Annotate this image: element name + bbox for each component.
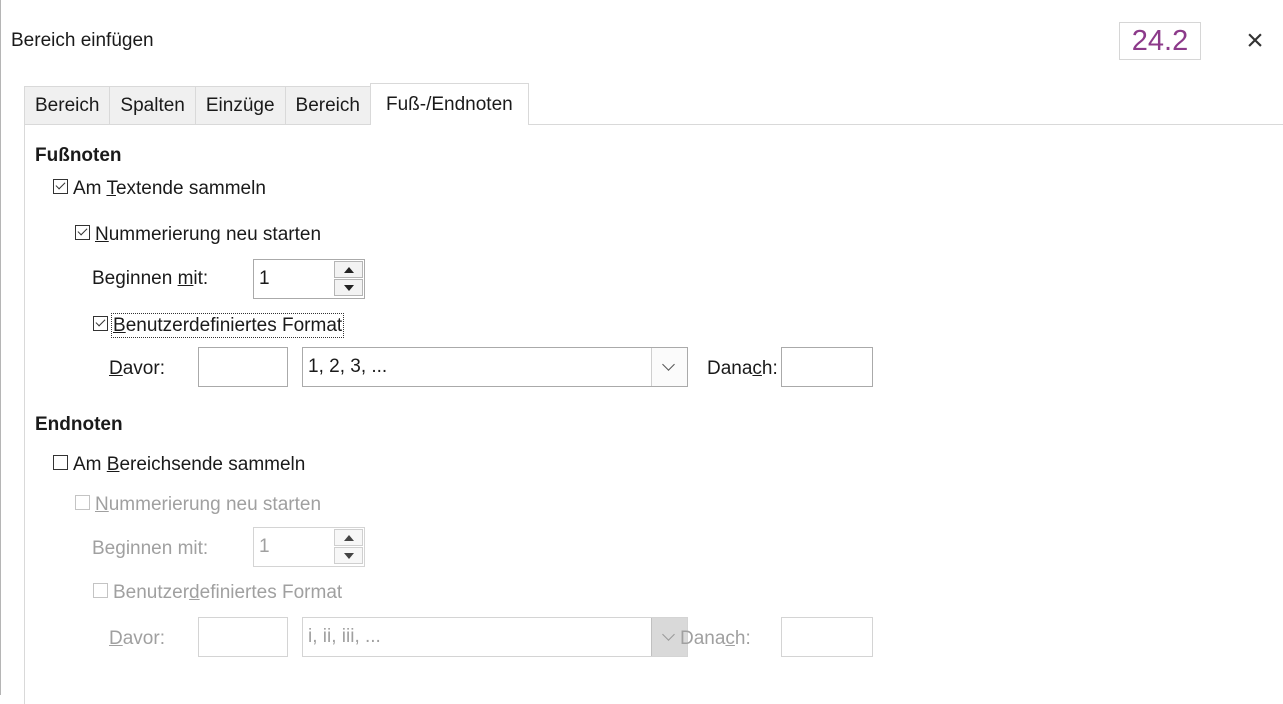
endnotes-before-label: Davor: [109, 628, 165, 650]
label-text: efiniertes Format [199, 582, 343, 603]
endnotes-heading: Endnoten [35, 414, 123, 435]
footnotes-start-spinner[interactable] [334, 261, 365, 297]
endnotes-after-field[interactable] [781, 617, 873, 657]
label-text: Beginnen [92, 268, 178, 289]
footnotes-heading: Fußnoten [35, 145, 122, 166]
label-text: innen mit: [125, 538, 209, 559]
endnotes-after-label: Danach: [680, 628, 751, 650]
endnotes-start-label: Beginnen mit: [92, 538, 208, 560]
label-text: h: [734, 628, 751, 649]
checkbox-icon[interactable] [53, 179, 68, 195]
label-text: extende sammeln [115, 178, 266, 199]
checkbox-icon[interactable] [53, 455, 68, 471]
accelerator-key: D [109, 358, 123, 379]
footnotes-restart-checkbox[interactable]: Nummerierung neu starten [75, 224, 321, 246]
label-text: ummerierung neu starten [108, 494, 322, 515]
spin-up-icon[interactable] [334, 261, 363, 278]
select-value: 1, 2, 3, ... [308, 356, 388, 377]
footnotes-after-label: Danach: [707, 358, 778, 380]
endnotes-before-field[interactable] [198, 617, 288, 657]
tab-bar: Bereich Spalten Einzüge Bereich Fuß-/End… [24, 83, 529, 125]
label-text: Dana [680, 628, 726, 649]
spin-down-icon[interactable] [334, 279, 363, 296]
select-value: i, ii, iii, ... [308, 626, 381, 647]
version-badge: 24.2 [1119, 22, 1201, 60]
tab-bereich[interactable]: Bereich [24, 86, 111, 125]
footnotes-before-label: Davor: [109, 358, 165, 380]
spin-down-icon[interactable] [334, 547, 363, 564]
tab-einzuege[interactable]: Einzüge [194, 86, 286, 125]
endnotes-restart-checkbox[interactable]: Nummerierung neu starten [75, 494, 321, 516]
accelerator-key: B [113, 315, 126, 336]
footnotes-start-label: Beginnen mit: [92, 268, 208, 290]
accelerator-key: g [115, 538, 126, 559]
label-text: avor: [122, 358, 165, 379]
dropdown-button[interactable] [651, 348, 687, 386]
close-button[interactable]: × [1234, 20, 1276, 62]
accelerator-key: T [106, 178, 116, 199]
accelerator-key: N [95, 224, 109, 245]
label-text: Am [73, 178, 107, 199]
label-text: Am [73, 454, 107, 475]
focus-label: Benutzerdefiniertes Format [110, 313, 345, 338]
accelerator-key: d [189, 582, 200, 603]
checkbox-icon[interactable] [93, 583, 108, 599]
chevron-down-icon [662, 358, 675, 371]
label-text: Dana [707, 358, 753, 379]
label-text: Benutzer [113, 582, 190, 603]
checkbox-icon[interactable] [93, 316, 108, 332]
tab-spalten[interactable]: Spalten [109, 86, 196, 125]
tab-fuss-endnoten[interactable]: Fuß-/Endnoten [369, 83, 529, 125]
dialog-title: Bereich einfügen [11, 30, 154, 51]
dialog-window: Bereich einfügen 24.2 × Bereich Spalten … [0, 0, 1283, 704]
accelerator-key: m [177, 268, 194, 289]
label-text: ereichsende sammeln [119, 454, 306, 475]
label-text: enutzerdefiniertes Format [125, 315, 343, 336]
endnotes-custom-checkbox[interactable]: Benutzerdefiniertes Format [93, 582, 342, 604]
endnotes-start-spinner[interactable] [334, 529, 365, 565]
chevron-down-icon [662, 628, 675, 641]
accelerator-key: D [109, 628, 123, 649]
footnotes-custom-checkbox[interactable]: Benutzerdefiniertes Format [93, 313, 345, 338]
accelerator-key: c [752, 358, 762, 379]
title-bar: Bereich einfügen 24.2 × [1, 0, 1283, 80]
tab-bereich-2[interactable]: Bereich [284, 86, 371, 125]
label-text: h: [761, 358, 778, 379]
label-text: avor: [122, 628, 165, 649]
footnotes-after-field[interactable] [781, 347, 873, 387]
endnotes-format-select[interactable]: i, ii, iii, ... [302, 617, 688, 657]
footnotes-before-field[interactable] [198, 347, 288, 387]
accelerator-key: c [725, 628, 735, 649]
spin-up-icon[interactable] [334, 529, 363, 546]
accelerator-key: N [95, 494, 109, 515]
checkbox-icon[interactable] [75, 225, 90, 241]
label-text: ummerierung neu starten [108, 224, 322, 245]
footnotes-format-select[interactable]: 1, 2, 3, ... [302, 347, 688, 387]
label-text: Be [92, 538, 116, 559]
tab-panel: Fußnoten Am Textende sammeln Nummerierun… [24, 124, 1283, 704]
label-text: it: [193, 268, 209, 289]
endnotes-collect-checkbox[interactable]: Am Bereichsende sammeln [53, 454, 305, 476]
accelerator-key: B [106, 454, 120, 475]
footnotes-collect-checkbox[interactable]: Am Textende sammeln [53, 178, 266, 200]
checkbox-icon[interactable] [75, 495, 90, 511]
